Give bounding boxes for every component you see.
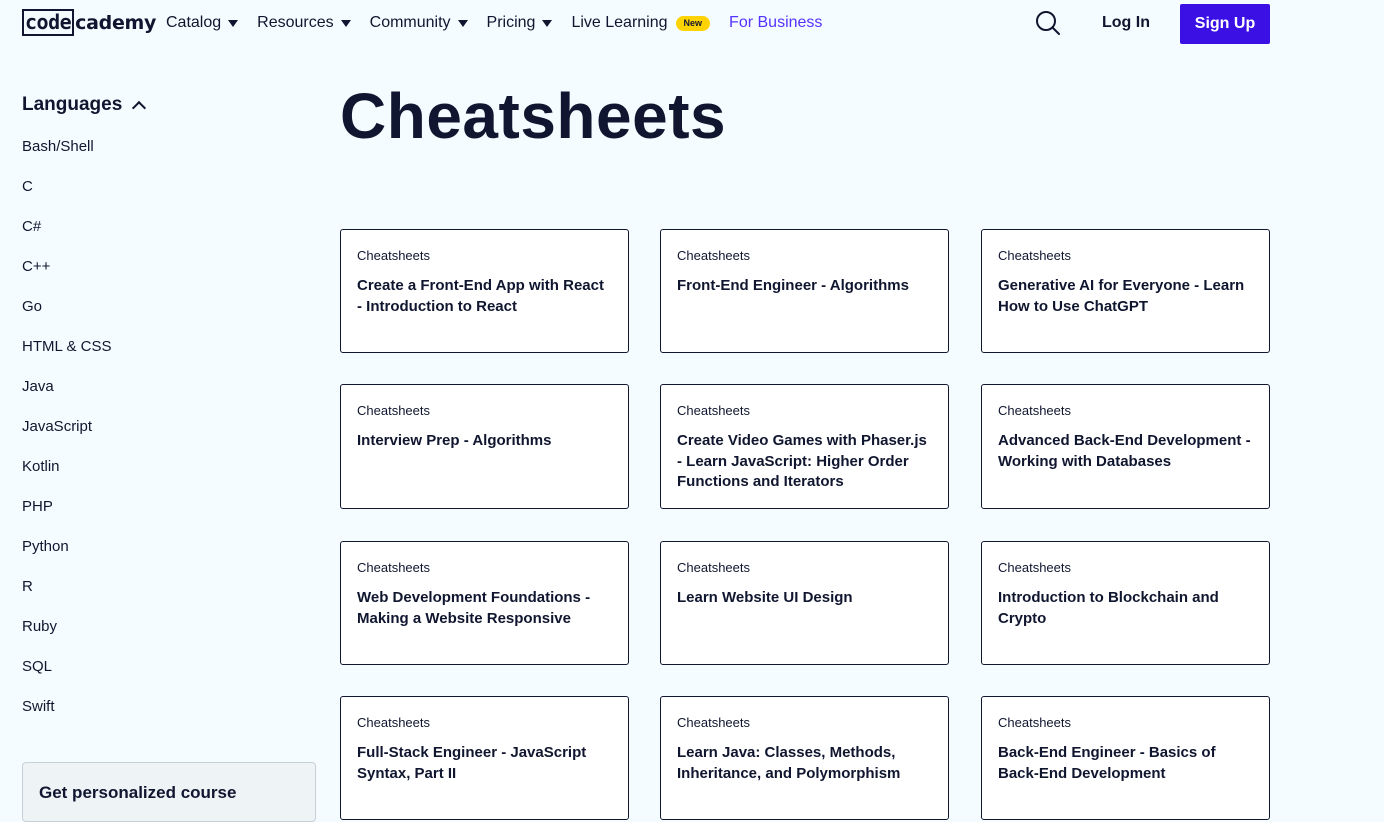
cheatsheet-card[interactable]: Cheatsheets Introduction to Blockchain a… xyxy=(981,541,1270,665)
caret-down-icon xyxy=(457,19,468,27)
caret-down-icon xyxy=(228,19,239,27)
language-item-kotlin[interactable]: Kotlin xyxy=(22,458,316,498)
cheatsheet-card[interactable]: Cheatsheets Front-End Engineer - Algorit… xyxy=(660,229,949,353)
page-title: Cheatsheets xyxy=(340,80,727,152)
card-kicker: Cheatsheets xyxy=(357,715,430,730)
signup-button[interactable]: Sign Up xyxy=(1180,4,1270,44)
card-title: Interview Prep - Algorithms xyxy=(357,432,552,449)
cheatsheet-card[interactable]: Cheatsheets Full-Stack Engineer - JavaSc… xyxy=(340,696,629,820)
nav-pricing[interactable]: Pricing xyxy=(487,14,553,32)
language-item-r[interactable]: R xyxy=(22,578,316,618)
language-item-sql[interactable]: SQL xyxy=(22,658,316,698)
card-title: Front-End Engineer - Algorithms xyxy=(677,277,909,294)
nav-live-learning[interactable]: Live Learning New xyxy=(571,14,711,32)
card-title: Generative AI for Everyone - Learn How t… xyxy=(998,277,1245,315)
cheatsheet-card[interactable]: Cheatsheets Advanced Back-End Developmen… xyxy=(981,384,1270,509)
language-item-bash-shell[interactable]: Bash/Shell xyxy=(22,138,316,178)
top-navigation: code cademy Catalog Resources Community … xyxy=(0,0,1384,48)
card-title: Web Development Foundations - Making a W… xyxy=(357,589,591,627)
personalized-course-promo[interactable]: Get personalized course xyxy=(22,762,316,822)
main-nav: Catalog Resources Community Pricing Live… xyxy=(166,0,841,46)
cheatsheet-card[interactable]: Cheatsheets Generative AI for Everyone -… xyxy=(981,229,1270,353)
languages-toggle[interactable]: Languages xyxy=(22,92,316,118)
language-item-ruby[interactable]: Ruby xyxy=(22,618,316,658)
card-kicker: Cheatsheets xyxy=(998,715,1071,730)
languages-sidebar: Languages Bash/Shell C C# C++ Go HTML & … xyxy=(22,92,316,738)
logo-cademy-text: cademy xyxy=(75,11,157,34)
card-kicker: Cheatsheets xyxy=(357,403,430,418)
card-kicker: Cheatsheets xyxy=(677,715,750,730)
cheatsheet-card[interactable]: Cheatsheets Learn Java: Classes, Methods… xyxy=(660,696,949,820)
card-kicker: Cheatsheets xyxy=(998,403,1071,418)
new-badge: New xyxy=(675,15,711,31)
nav-resources[interactable]: Resources xyxy=(257,14,351,32)
chevron-up-icon xyxy=(132,100,147,116)
nav-community[interactable]: Community xyxy=(370,14,468,32)
language-item-python[interactable]: Python xyxy=(22,538,316,578)
card-kicker: Cheatsheets xyxy=(998,560,1071,575)
nav-for-business-label: For Business xyxy=(729,14,823,31)
nav-catalog-label: Catalog xyxy=(166,14,222,31)
nav-resources-label: Resources xyxy=(257,14,334,31)
card-kicker: Cheatsheets xyxy=(677,403,750,418)
card-title: Learn Website UI Design xyxy=(677,589,853,606)
card-title: Advanced Back-End Development - Working … xyxy=(998,432,1251,470)
cheatsheet-card[interactable]: Cheatsheets Learn Website UI Design xyxy=(660,541,949,665)
search-icon[interactable] xyxy=(1034,9,1062,37)
language-item-javascript[interactable]: JavaScript xyxy=(22,418,316,458)
language-item-html-css[interactable]: HTML & CSS xyxy=(22,338,316,378)
language-list: Bash/Shell C C# C++ Go HTML & CSS Java J… xyxy=(22,138,316,738)
cheatsheet-card[interactable]: Cheatsheets Web Development Foundations … xyxy=(340,541,629,665)
cheatsheet-card[interactable]: Cheatsheets Create a Front-End App with … xyxy=(340,229,629,353)
card-kicker: Cheatsheets xyxy=(677,560,750,575)
card-title: Full-Stack Engineer - JavaScript Syntax,… xyxy=(357,744,587,782)
card-kicker: Cheatsheets xyxy=(998,248,1071,263)
language-item-java[interactable]: Java xyxy=(22,378,316,418)
language-item-go[interactable]: Go xyxy=(22,298,316,338)
languages-heading: Languages xyxy=(22,94,123,115)
language-item-csharp[interactable]: C# xyxy=(22,218,316,258)
cheatsheet-card[interactable]: Cheatsheets Interview Prep - Algorithms xyxy=(340,384,629,509)
login-button[interactable]: Log In xyxy=(1102,14,1150,32)
language-item-php[interactable]: PHP xyxy=(22,498,316,538)
language-item-cpp[interactable]: C++ xyxy=(22,258,316,298)
promo-text: Get personalized course xyxy=(39,783,237,802)
logo-code-box: code xyxy=(22,9,75,36)
language-item-swift[interactable]: Swift xyxy=(22,698,316,738)
card-title: Create Video Games with Phaser.js - Lear… xyxy=(677,432,927,490)
card-kicker: Cheatsheets xyxy=(677,248,750,263)
card-kicker: Cheatsheets xyxy=(357,248,430,263)
nav-pricing-label: Pricing xyxy=(486,14,536,31)
nav-live-learning-label: Live Learning xyxy=(571,14,668,31)
codecademy-logo[interactable]: code cademy xyxy=(22,9,156,36)
caret-down-icon xyxy=(542,19,553,27)
nav-catalog[interactable]: Catalog xyxy=(166,14,239,32)
caret-down-icon xyxy=(340,19,351,27)
card-title: Back-End Engineer - Basics of Back-End D… xyxy=(998,744,1216,782)
language-item-c[interactable]: C xyxy=(22,178,316,218)
cheatsheet-card[interactable]: Cheatsheets Create Video Games with Phas… xyxy=(660,384,949,509)
cheatsheet-card[interactable]: Cheatsheets Back-End Engineer - Basics o… xyxy=(981,696,1270,820)
nav-for-business[interactable]: For Business xyxy=(729,14,822,32)
card-kicker: Cheatsheets xyxy=(357,560,430,575)
card-title: Introduction to Blockchain and Crypto xyxy=(998,589,1219,627)
card-title: Create a Front-End App with React - Intr… xyxy=(357,277,604,315)
card-title: Learn Java: Classes, Methods, Inheritanc… xyxy=(677,744,901,782)
nav-community-label: Community xyxy=(369,14,451,31)
